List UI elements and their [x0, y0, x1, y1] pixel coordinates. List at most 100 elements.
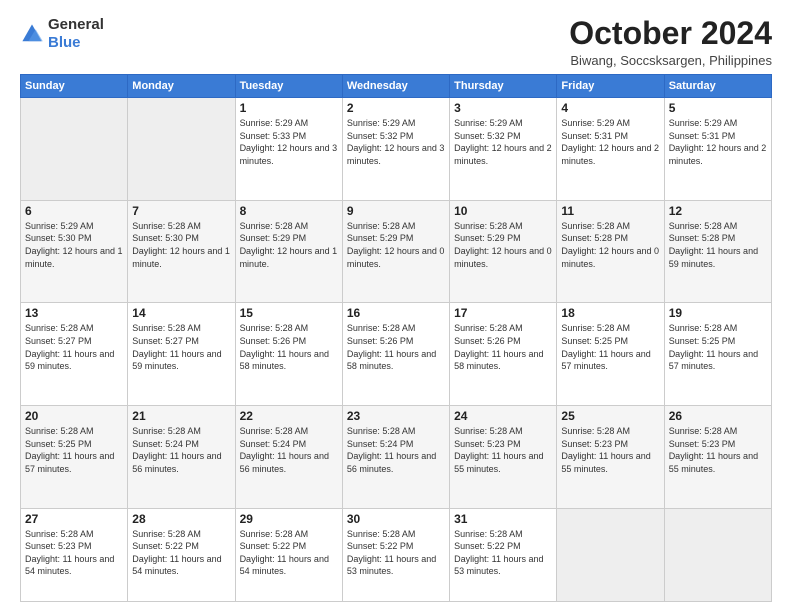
calendar-cell: 4 Sunrise: 5:29 AM Sunset: 5:31 PM Daylig… — [557, 98, 664, 201]
calendar-cell: 24Sunrise: 5:28 AM Sunset: 5:23 PM Dayli… — [450, 406, 557, 509]
calendar-cell: 1 Sunrise: 5:29 AM Sunset: 5:33 PM Daylig… — [235, 98, 342, 201]
day-number: 5 — [669, 101, 767, 115]
day-number: 17 — [454, 306, 552, 320]
header: General Blue October 2024 Biwang, Soccsk… — [20, 16, 772, 68]
header-cell-saturday: Saturday — [664, 75, 771, 98]
logo-general: General — [48, 16, 104, 33]
day-number: 2 — [347, 101, 445, 115]
cell-info: Sunrise: 5:28 AM Sunset: 5:24 PM Dayligh… — [132, 425, 230, 475]
calendar-cell: 7 Sunrise: 5:28 AM Sunset: 5:30 PM Daylig… — [128, 200, 235, 303]
day-number: 15 — [240, 306, 338, 320]
day-number: 1 — [240, 101, 338, 115]
page: General Blue October 2024 Biwang, Soccsk… — [0, 0, 792, 612]
calendar-cell: 16 Sunrise: 5:28 AM Sunset: 5:26 PM Dayli… — [342, 303, 449, 406]
day-number: 3 — [454, 101, 552, 115]
header-cell-friday: Friday — [557, 75, 664, 98]
day-number: 22 — [240, 409, 338, 423]
day-number: 26 — [669, 409, 767, 423]
day-number: 20 — [25, 409, 123, 423]
cell-info: Sunrise: 5:29 AM Sunset: 5:32 PM Dayligh… — [454, 117, 552, 167]
calendar-cell: 11Sunrise: 5:28 AM Sunset: 5:28 PM Dayli… — [557, 200, 664, 303]
day-number: 18 — [561, 306, 659, 320]
cell-info: Sunrise: 5:28 AM Sunset: 5:22 PM Dayligh… — [240, 528, 338, 578]
cell-info: Sunrise: 5:28 AM Sunset: 5:29 PM Dayligh… — [347, 220, 445, 270]
day-number: 23 — [347, 409, 445, 423]
logo-blue: Blue — [48, 34, 81, 51]
cell-info: Sunrise: 5:28 AM Sunset: 5:26 PM Dayligh… — [454, 322, 552, 372]
calendar-cell: 14 Sunrise: 5:28 AM Sunset: 5:27 PM Dayli… — [128, 303, 235, 406]
calendar-cell: 20 Sunrise: 5:28 AM Sunset: 5:25 PM Dayli… — [21, 406, 128, 509]
day-number: 21 — [132, 409, 230, 423]
calendar-cell: 3 Sunrise: 5:29 AM Sunset: 5:32 PM Daylig… — [450, 98, 557, 201]
day-number: 13 — [25, 306, 123, 320]
cell-info: Sunrise: 5:29 AM Sunset: 5:31 PM Dayligh… — [561, 117, 659, 167]
calendar-cell — [128, 98, 235, 201]
cell-info: Sunrise: 5:28 AM Sunset: 5:26 PM Dayligh… — [347, 322, 445, 372]
calendar-cell: 29 Sunrise: 5:28 AM Sunset: 5:22 PM Dayli… — [235, 508, 342, 601]
cell-info: Sunrise: 5:28 AM Sunset: 5:22 PM Dayligh… — [347, 528, 445, 578]
cell-info: Sunrise: 5:28 AM Sunset: 5:22 PM Dayligh… — [132, 528, 230, 578]
logo-text: General Blue — [48, 16, 104, 52]
cell-info: Sunrise: 5:29 AM Sunset: 5:31 PM Dayligh… — [669, 117, 767, 167]
calendar-cell: 15Sunrise: 5:28 AM Sunset: 5:26 PM Dayli… — [235, 303, 342, 406]
cell-info: Sunrise: 5:28 AM Sunset: 5:27 PM Dayligh… — [132, 322, 230, 372]
calendar-cell: 23 Sunrise: 5:28 AM Sunset: 5:24 PM Dayli… — [342, 406, 449, 509]
week-row-1: 6Sunrise: 5:29 AM Sunset: 5:30 PM Daylig… — [21, 200, 772, 303]
day-number: 9 — [347, 204, 445, 218]
day-number: 29 — [240, 512, 338, 526]
cell-info: Sunrise: 5:28 AM Sunset: 5:24 PM Dayligh… — [240, 425, 338, 475]
cell-info: Sunrise: 5:29 AM Sunset: 5:32 PM Dayligh… — [347, 117, 445, 167]
cell-info: Sunrise: 5:29 AM Sunset: 5:33 PM Dayligh… — [240, 117, 338, 167]
calendar-cell: 27 Sunrise: 5:28 AM Sunset: 5:23 PM Dayli… — [21, 508, 128, 601]
week-row-3: 20 Sunrise: 5:28 AM Sunset: 5:25 PM Dayli… — [21, 406, 772, 509]
calendar-table: SundayMondayTuesdayWednesdayThursdayFrid… — [20, 74, 772, 602]
calendar-cell: 6Sunrise: 5:29 AM Sunset: 5:30 PM Daylig… — [21, 200, 128, 303]
calendar-cell: 2 Sunrise: 5:29 AM Sunset: 5:32 PM Daylig… — [342, 98, 449, 201]
calendar-cell: 22 Sunrise: 5:28 AM Sunset: 5:24 PM Dayli… — [235, 406, 342, 509]
day-number: 14 — [132, 306, 230, 320]
cell-info: Sunrise: 5:28 AM Sunset: 5:24 PM Dayligh… — [347, 425, 445, 475]
header-cell-wednesday: Wednesday — [342, 75, 449, 98]
day-number: 28 — [132, 512, 230, 526]
day-number: 4 — [561, 101, 659, 115]
day-number: 27 — [25, 512, 123, 526]
week-row-2: 13 Sunrise: 5:28 AM Sunset: 5:27 PM Dayli… — [21, 303, 772, 406]
logo: General Blue — [20, 16, 104, 52]
cell-info: Sunrise: 5:28 AM Sunset: 5:30 PM Dayligh… — [132, 220, 230, 270]
cell-info: Sunrise: 5:29 AM Sunset: 5:30 PM Dayligh… — [25, 220, 123, 270]
title-block: October 2024 Biwang, Soccsksargen, Phili… — [569, 16, 772, 68]
calendar-cell — [21, 98, 128, 201]
header-cell-tuesday: Tuesday — [235, 75, 342, 98]
week-row-0: 1 Sunrise: 5:29 AM Sunset: 5:33 PM Daylig… — [21, 98, 772, 201]
calendar-cell: 31Sunrise: 5:28 AM Sunset: 5:22 PM Dayli… — [450, 508, 557, 601]
calendar-cell — [557, 508, 664, 601]
cell-info: Sunrise: 5:28 AM Sunset: 5:25 PM Dayligh… — [25, 425, 123, 475]
cell-info: Sunrise: 5:28 AM Sunset: 5:25 PM Dayligh… — [669, 322, 767, 372]
day-number: 12 — [669, 204, 767, 218]
calendar-cell: 9 Sunrise: 5:28 AM Sunset: 5:29 PM Daylig… — [342, 200, 449, 303]
day-number: 7 — [132, 204, 230, 218]
calendar-cell: 13Sunrise: 5:28 AM Sunset: 5:27 PM Dayli… — [21, 303, 128, 406]
cell-info: Sunrise: 5:28 AM Sunset: 5:23 PM Dayligh… — [25, 528, 123, 578]
cell-info: Sunrise: 5:28 AM Sunset: 5:29 PM Dayligh… — [454, 220, 552, 270]
calendar-cell: 12Sunrise: 5:28 AM Sunset: 5:28 PM Dayli… — [664, 200, 771, 303]
cell-info: Sunrise: 5:28 AM Sunset: 5:29 PM Dayligh… — [240, 220, 338, 270]
calendar-cell: 5 Sunrise: 5:29 AM Sunset: 5:31 PM Daylig… — [664, 98, 771, 201]
calendar-body: 1 Sunrise: 5:29 AM Sunset: 5:33 PM Daylig… — [21, 98, 772, 602]
cell-info: Sunrise: 5:28 AM Sunset: 5:23 PM Dayligh… — [669, 425, 767, 475]
calendar-cell: 17 Sunrise: 5:28 AM Sunset: 5:26 PM Dayli… — [450, 303, 557, 406]
day-number: 16 — [347, 306, 445, 320]
header-row: SundayMondayTuesdayWednesdayThursdayFrid… — [21, 75, 772, 98]
calendar-cell: 18Sunrise: 5:28 AM Sunset: 5:25 PM Dayli… — [557, 303, 664, 406]
calendar-cell — [664, 508, 771, 601]
calendar-cell: 8 Sunrise: 5:28 AM Sunset: 5:29 PM Daylig… — [235, 200, 342, 303]
week-row-4: 27 Sunrise: 5:28 AM Sunset: 5:23 PM Dayli… — [21, 508, 772, 601]
header-cell-monday: Monday — [128, 75, 235, 98]
day-number: 19 — [669, 306, 767, 320]
day-number: 8 — [240, 204, 338, 218]
calendar-cell: 30Sunrise: 5:28 AM Sunset: 5:22 PM Dayli… — [342, 508, 449, 601]
calendar-cell: 25Sunrise: 5:28 AM Sunset: 5:23 PM Dayli… — [557, 406, 664, 509]
header-cell-sunday: Sunday — [21, 75, 128, 98]
calendar-cell: 19 Sunrise: 5:28 AM Sunset: 5:25 PM Dayli… — [664, 303, 771, 406]
header-cell-thursday: Thursday — [450, 75, 557, 98]
